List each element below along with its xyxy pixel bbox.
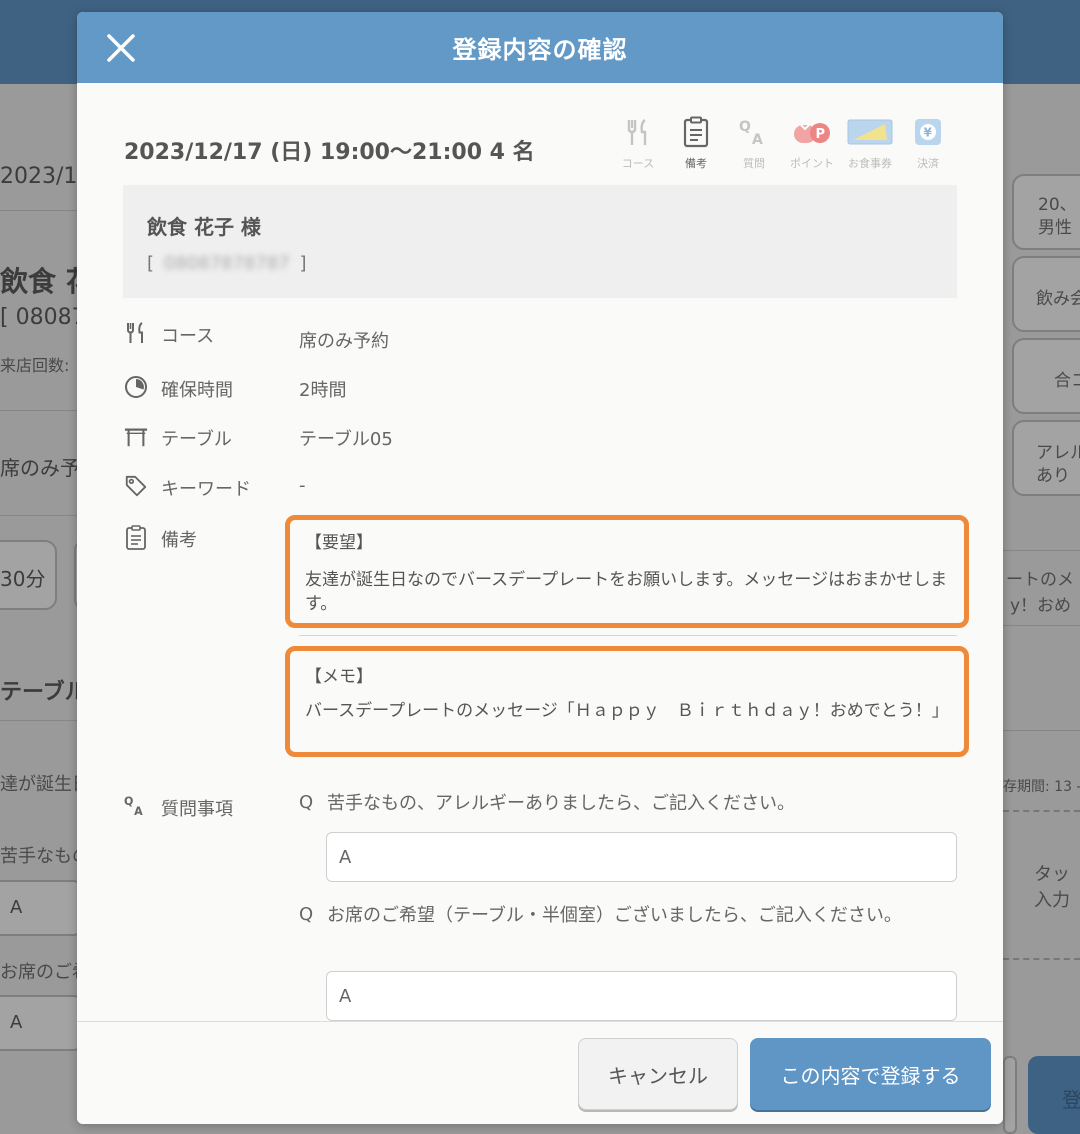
phone-bracket-close: ] xyxy=(299,253,307,274)
bg-button-edge xyxy=(1003,1056,1017,1134)
bg-note-right-2: y！おめ xyxy=(1010,596,1072,616)
memo-title: 【メモ】 xyxy=(305,667,373,687)
qa-icon: Q A xyxy=(124,793,148,818)
confirm-register-button[interactable]: この内容で登録する xyxy=(750,1038,991,1110)
tab-remarks-label: 備考 xyxy=(685,157,707,170)
request-body: 友達が誕生日なのでバースデープレートをお願いします。メッセージはおまかせします。 xyxy=(305,570,948,614)
bg-divider xyxy=(1003,550,1080,551)
bg-duration: 30分 xyxy=(0,567,46,591)
question-mark-2: Q xyxy=(299,904,314,925)
phone-bracket-open: [ xyxy=(147,253,155,274)
customer-info: 飲食 花子 様 [ 08087878787 ] xyxy=(123,185,957,298)
svg-text:Q: Q xyxy=(739,119,751,135)
meal-ticket-icon xyxy=(847,119,893,145)
bg-chip-age-line1: 20、 xyxy=(1038,195,1077,215)
bg-chip-allergy-line2: あり xyxy=(1036,466,1070,486)
tab-questions-label: 質問 xyxy=(743,157,765,170)
memo-icon xyxy=(124,525,148,550)
memo-note: 【メモ】 バースデープレートのメッセージ「Ｈａｐｐｙ Ｂｉｒｔｈｄａｙ！おめでと… xyxy=(285,646,969,757)
fork-knife-icon xyxy=(124,321,148,345)
bg-dashed-divider xyxy=(1003,958,1080,960)
bg-phone: [ 08087 xyxy=(0,305,86,330)
point-icon: P xyxy=(794,123,830,143)
svg-text:Q: Q xyxy=(124,795,133,808)
svg-text:A: A xyxy=(752,132,763,148)
tab-meal-ticket[interactable]: お食事券 xyxy=(841,115,899,171)
modal-title: 登録内容の確認 xyxy=(452,36,628,64)
phone-number: 08087878787 xyxy=(163,253,290,274)
question-mark-1: Q xyxy=(299,792,314,813)
request-title: 【要望】 xyxy=(305,533,373,553)
bg-chip-allergy-line1: アレル xyxy=(1036,443,1080,463)
question-text-1: 苦手なもの、アレルギーありましたら、ご記入ください。 xyxy=(327,793,795,814)
bg-divider xyxy=(1003,730,1080,731)
svg-text:P: P xyxy=(816,127,826,142)
svg-text:¥: ¥ xyxy=(924,126,933,140)
bg-dashed-divider xyxy=(1003,810,1080,812)
modal-header: 登録内容の確認 xyxy=(77,12,1003,83)
tab-payment[interactable]: ¥ 決済 xyxy=(899,115,957,171)
bg-answer-2: A xyxy=(10,1012,23,1033)
fork-knife-icon xyxy=(627,119,647,145)
answer-input-2[interactable] xyxy=(326,971,957,1021)
qa-icon: Q A xyxy=(739,119,763,148)
tab-course-label: コース xyxy=(621,157,655,170)
tab-meal-ticket-label: お食事券 xyxy=(848,157,892,170)
duration-label: 確保時間 xyxy=(161,380,233,401)
bg-note-right-1: ートのメ xyxy=(1006,570,1074,590)
bg-tap-input-1: タッ xyxy=(1034,864,1070,885)
bg-register-label: 登 xyxy=(1062,1088,1080,1112)
cancel-button[interactable]: キャンセル xyxy=(578,1038,738,1110)
table-label: テーブル xyxy=(161,429,232,450)
tab-remarks[interactable]: 備考 xyxy=(667,115,725,171)
table-value: テーブル05 xyxy=(299,429,393,450)
bg-divider xyxy=(0,210,77,211)
request-note: 【要望】 友達が誕生日なのでバースデープレートをお願いします。メッセージはおまか… xyxy=(285,515,969,628)
confirmation-modal: 登録内容の確認 2023/12/17 (日) 19:00～21:00 4 名 コ… xyxy=(77,12,1003,1124)
tab-questions[interactable]: Q A 質問 xyxy=(725,115,783,171)
bg-visit-count: 来店回数: xyxy=(0,356,70,375)
bg-chip-age-line2: 男性 xyxy=(1038,218,1072,238)
tab-course[interactable]: コース xyxy=(609,115,667,171)
bg-answer-1: A xyxy=(10,897,23,918)
bg-table-heading: テーブル xyxy=(0,680,87,705)
bg-divider xyxy=(0,515,77,516)
note-divider xyxy=(299,635,957,636)
clock-icon xyxy=(124,375,148,399)
bg-tap-input-2: 入力 xyxy=(1034,890,1070,911)
customer-name: 飲食 花子 様 xyxy=(147,215,261,239)
memo-body: バースデープレートのメッセージ「Ｈａｐｐｙ Ｂｉｒｔｈｄａｙ！おめでとう！」 xyxy=(305,701,949,721)
bg-chip-party-label: 飲み会 xyxy=(1036,289,1080,309)
memo-icon xyxy=(683,116,709,148)
svg-text:A: A xyxy=(134,805,143,818)
modal-footer: キャンセル この内容で登録する xyxy=(77,1021,1003,1124)
payment-icon: ¥ xyxy=(915,119,941,145)
table-icon xyxy=(124,425,148,449)
remarks-label: 備考 xyxy=(161,530,197,551)
reservation-summary: 2023/12/17 (日) 19:00～21:00 4 名 xyxy=(124,140,535,165)
bg-divider xyxy=(1003,625,1080,626)
bg-divider xyxy=(0,410,77,411)
bg-divider xyxy=(0,720,77,721)
course-value: 席のみ予約 xyxy=(299,331,389,352)
tab-points[interactable]: P ポイント xyxy=(783,115,841,171)
course-label: コース xyxy=(161,326,215,347)
tab-payment-label: 決済 xyxy=(917,157,939,170)
question-text-2: お席のご希望（テーブル・半個室）ございましたら、ご記入ください。 xyxy=(327,905,902,926)
questions-label: 質問事項 xyxy=(161,799,233,820)
keyword-label: キーワード xyxy=(161,479,251,500)
bg-storage-period: 存期間: 13 - xyxy=(1003,779,1080,795)
bg-chip-mixer-label: 合コ xyxy=(1054,371,1080,391)
tab-points-label: ポイント xyxy=(790,157,834,170)
customer-phone: [ 08087878787 ] xyxy=(147,253,307,274)
keyword-value: - xyxy=(299,475,306,496)
tag-icon xyxy=(124,474,148,498)
duration-value: 2時間 xyxy=(299,380,347,401)
answer-input-1[interactable] xyxy=(326,832,957,882)
